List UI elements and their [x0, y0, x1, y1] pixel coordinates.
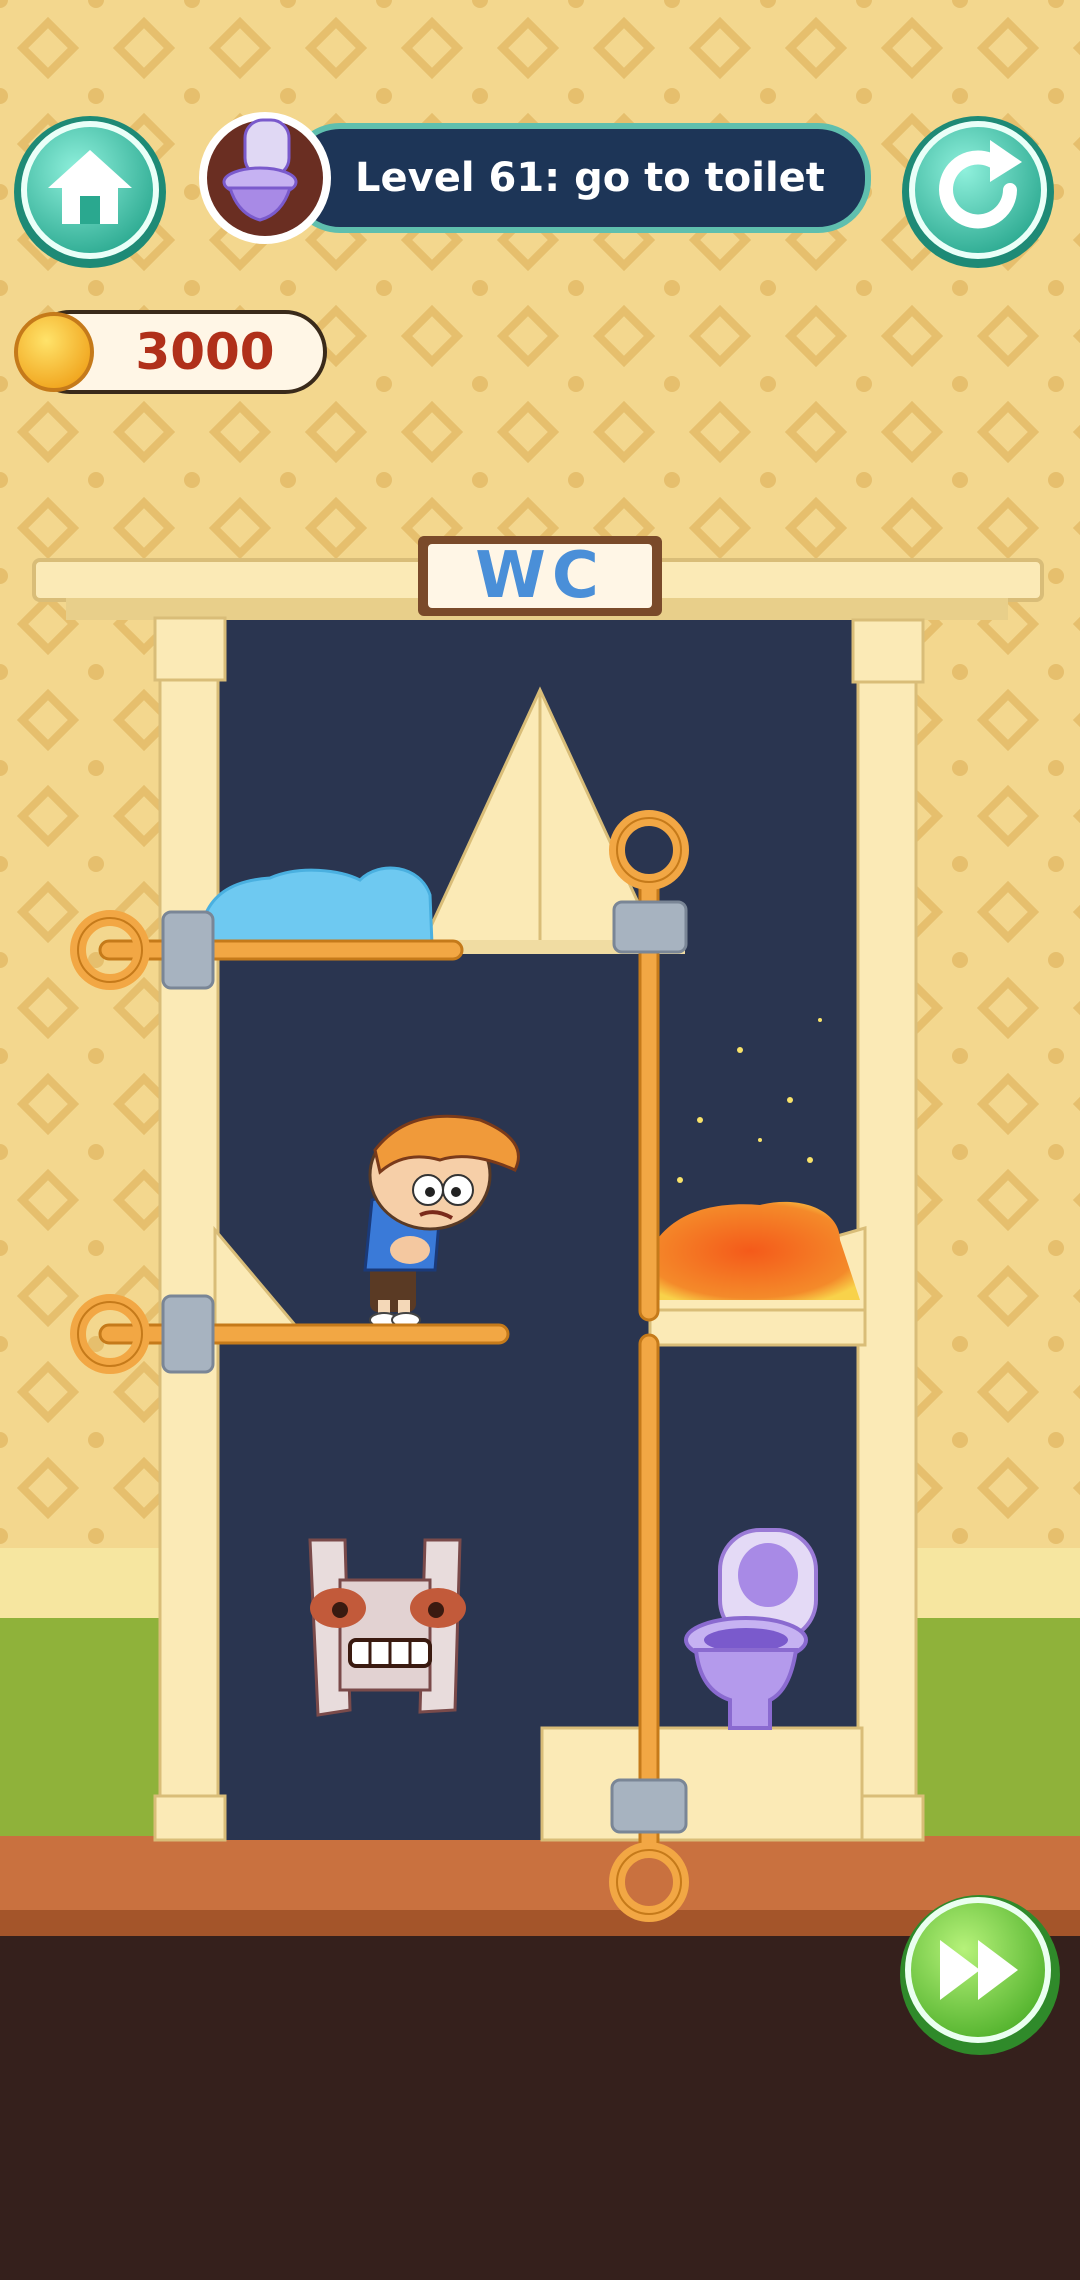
- door-sign-text: WC: [475, 539, 605, 613]
- home-button[interactable]: [14, 116, 166, 268]
- coin-icon: [14, 312, 94, 392]
- level-title: Level 61: go to toilet: [355, 155, 825, 201]
- toilet-pedestal: [540, 1726, 864, 1842]
- skip-level-button[interactable]: [900, 1895, 1060, 2055]
- level-badge: [199, 112, 331, 244]
- restart-button[interactable]: [902, 116, 1054, 268]
- coin-count: 3000: [135, 323, 275, 381]
